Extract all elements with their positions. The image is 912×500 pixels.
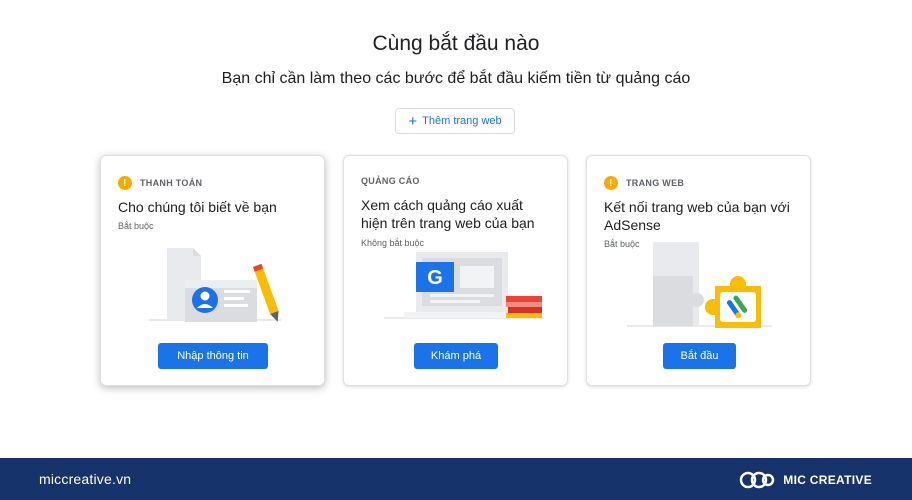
card-title: Cho chúng tôi biết về bạn <box>118 199 277 215</box>
ad-preview-illustration: G <box>384 252 544 319</box>
card-note: Bắt buộc <box>118 221 154 231</box>
card-tag: QUẢNG CÁO <box>361 176 420 186</box>
card-tag: ! THANH TOÁN <box>118 176 202 190</box>
add-site-label: Thêm trang web <box>422 115 502 127</box>
footer-brand: MIC CREATIVE <box>739 469 872 491</box>
footer-site-link[interactable]: miccreative.vn <box>39 471 131 487</box>
warning-icon: ! <box>118 176 132 190</box>
footer-brand-name: MIC CREATIVE <box>783 473 872 487</box>
enter-info-button[interactable]: Nhập thông tin <box>158 343 268 369</box>
svg-text:G: G <box>427 267 443 289</box>
card-payment: ! THANH TOÁN Cho chúng tôi biết về bạn B… <box>100 155 325 386</box>
card-tag-label: TRANG WEB <box>626 178 685 188</box>
card-website: ! TRANG WEB Kết nối trang web của bạn vớ… <box>586 155 811 386</box>
card-title: Xem cách quảng cáo xuất hiện trên trang … <box>361 197 535 231</box>
card-tag: ! TRANG WEB <box>604 176 684 190</box>
card-tag-label: THANH TOÁN <box>140 178 203 188</box>
add-site-button[interactable]: + Thêm trang web <box>395 108 515 134</box>
plus-icon: + <box>408 112 418 130</box>
card-ads: QUẢNG CÁO Xem cách quảng cáo xuất hiện t… <box>343 155 568 386</box>
card-title: Kết nối trang web của bạn với AdSense <box>604 199 790 233</box>
footer-bar: miccreative.vn MIC CREATIVE <box>0 458 912 500</box>
page-subtitle: Bạn chỉ cần làm theo các bước để bắt đầu… <box>221 70 691 87</box>
warning-icon: ! <box>604 176 618 190</box>
start-button[interactable]: Bắt đầu <box>663 343 736 369</box>
page-title: Cùng bắt đầu nào <box>372 32 540 55</box>
puzzle-connect-illustration <box>627 242 772 328</box>
mic-creative-logo-icon <box>740 471 775 489</box>
profile-card-illustration <box>149 248 281 322</box>
card-tag-label: QUẢNG CÁO <box>361 176 420 186</box>
explore-button[interactable]: Khám phá <box>414 343 498 369</box>
